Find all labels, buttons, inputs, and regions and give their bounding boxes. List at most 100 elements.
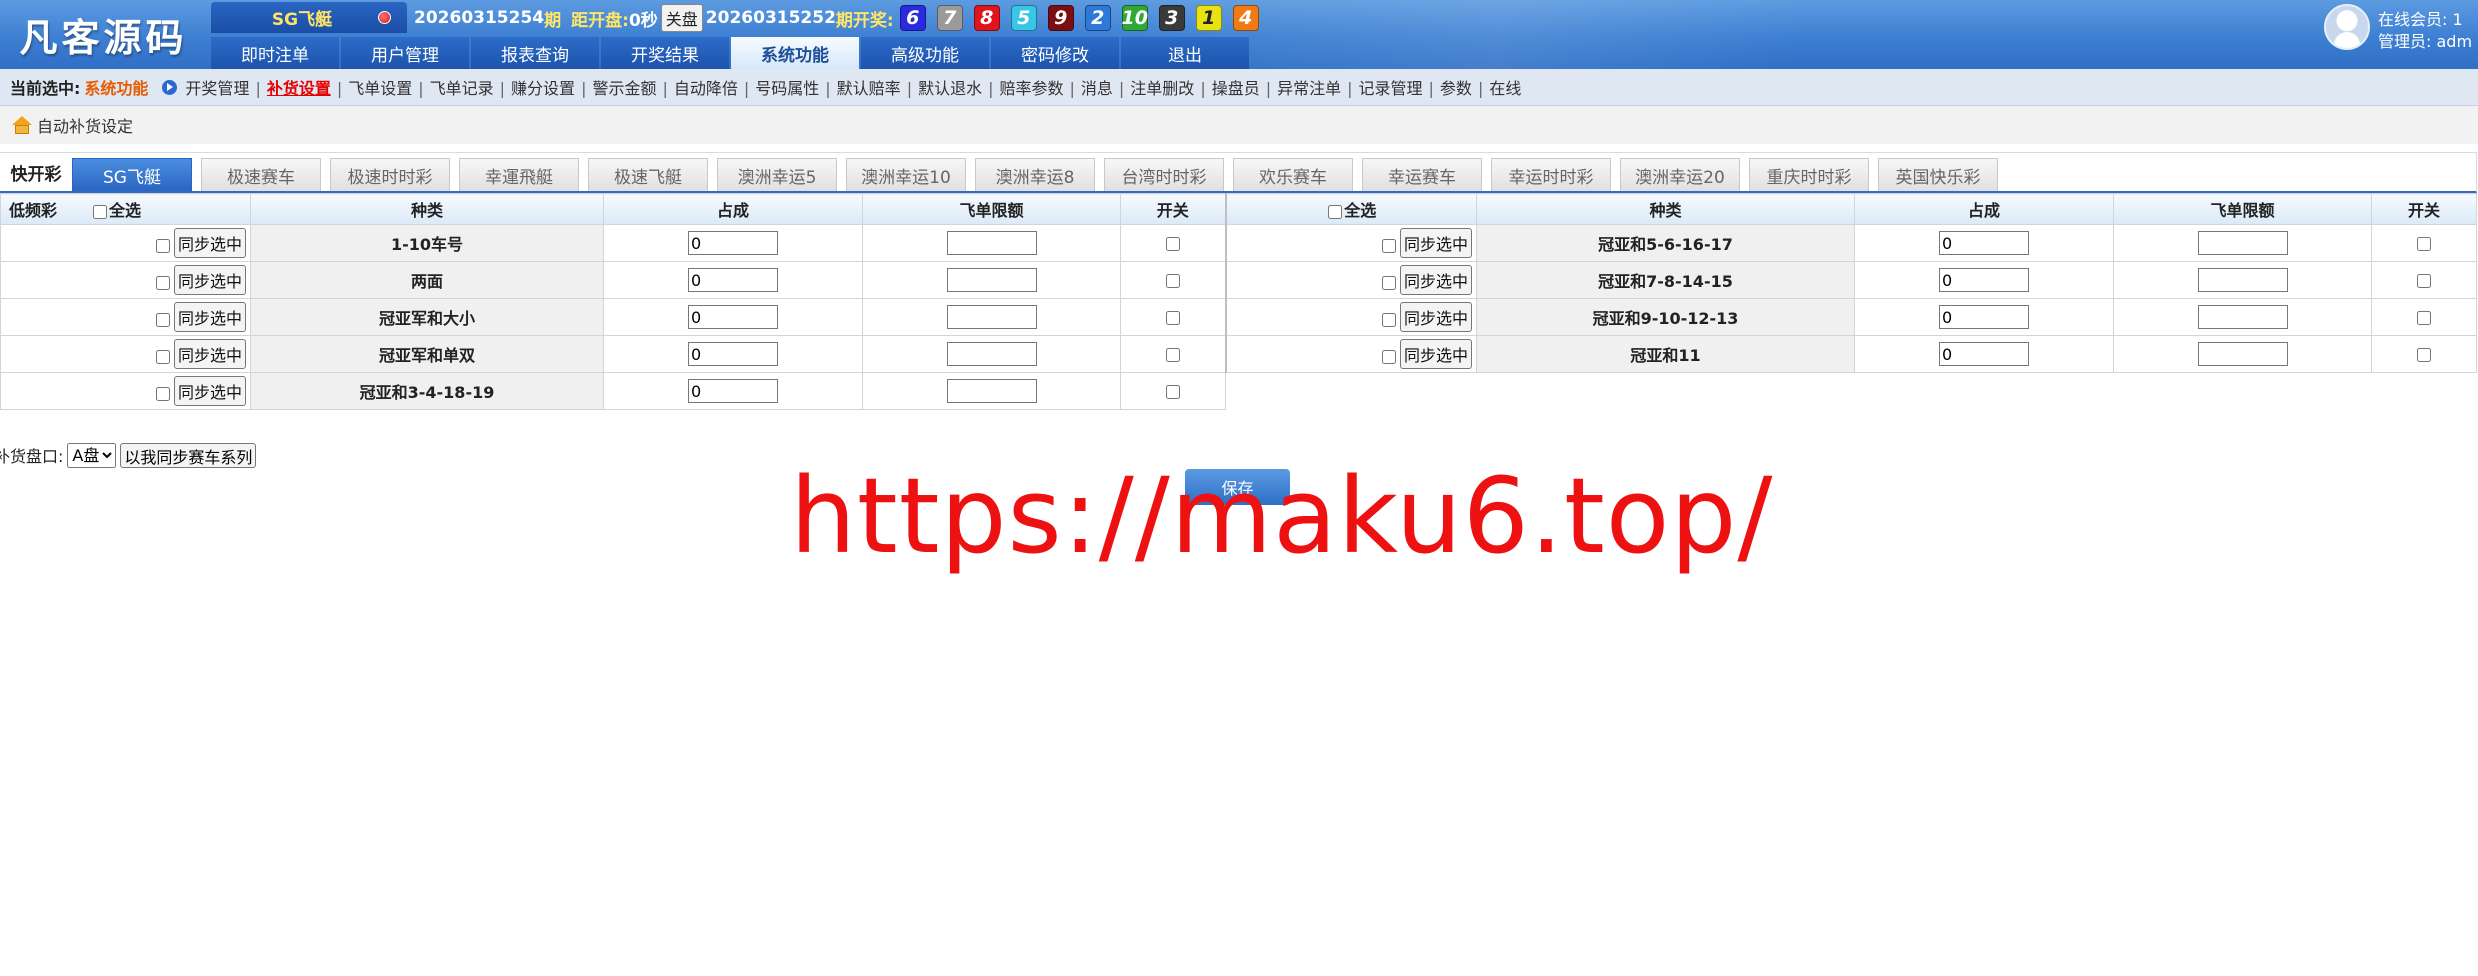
sync-selected-button[interactable]: 同步选中 bbox=[173, 376, 246, 406]
fly-limit-input[interactable] bbox=[946, 268, 1037, 292]
fly-limit-input[interactable] bbox=[946, 342, 1037, 366]
sub-menu-link[interactable]: 号码属性 bbox=[755, 79, 819, 98]
fly-limit-input[interactable] bbox=[2197, 342, 2288, 366]
lottery-tab[interactable]: 极速时时彩 bbox=[330, 158, 450, 191]
row-checkbox[interactable] bbox=[1381, 312, 1396, 327]
sync-selected-button[interactable]: 同步选中 bbox=[1399, 302, 1472, 332]
sub-menu-link[interactable]: 警示金额 bbox=[592, 79, 656, 98]
sub-menu-link[interactable]: 默认赔率 bbox=[837, 79, 901, 98]
market-select[interactable]: A盘 bbox=[67, 442, 117, 468]
lottery-tab[interactable]: 幸運飛艇 bbox=[459, 158, 579, 191]
lottery-tab[interactable]: 英国快乐彩 bbox=[1878, 158, 1998, 191]
sub-menu-link[interactable]: 在线 bbox=[1489, 79, 1521, 98]
switch-checkbox[interactable] bbox=[2417, 274, 2431, 288]
share-input[interactable] bbox=[688, 231, 778, 255]
switch-checkbox[interactable] bbox=[2417, 237, 2431, 251]
sub-menu-link[interactable]: 参数 bbox=[1440, 79, 1472, 98]
lottery-tab[interactable]: 极速赛车 bbox=[201, 158, 321, 191]
switch-checkbox[interactable] bbox=[1166, 385, 1180, 399]
current-game-selector[interactable]: SG飞艇 bbox=[211, 2, 407, 33]
lottery-tab[interactable]: 欢乐赛车 bbox=[1233, 158, 1353, 191]
switch-checkbox[interactable] bbox=[1165, 348, 1180, 362]
menu-separator: | bbox=[1477, 79, 1484, 98]
nav-item[interactable]: 报表查询 bbox=[471, 37, 599, 69]
sub-menu-link[interactable]: 消息 bbox=[1081, 79, 1113, 98]
select-all-left-checkbox[interactable] bbox=[93, 204, 108, 219]
switch-checkbox[interactable] bbox=[1165, 311, 1180, 325]
sub-menu-link[interactable]: 默认退水 bbox=[918, 79, 982, 98]
fly-limit-input[interactable] bbox=[2197, 268, 2288, 292]
share-input[interactable] bbox=[1939, 305, 2029, 329]
sub-menu-link[interactable]: 异常注单 bbox=[1277, 79, 1341, 98]
lottery-tab[interactable]: SG飞艇 bbox=[72, 158, 192, 191]
row-checkbox[interactable] bbox=[155, 386, 170, 401]
lottery-tab[interactable]: 澳洲幸运20 bbox=[1620, 158, 1740, 191]
sub-menu-link[interactable]: 补货设置 bbox=[267, 79, 331, 98]
lottery-tab[interactable]: 澳洲幸运10 bbox=[846, 158, 966, 191]
share-input[interactable] bbox=[688, 305, 778, 329]
sync-selected-button[interactable]: 同步选中 bbox=[1399, 228, 1472, 258]
sub-menu-link[interactable]: 飞单设置 bbox=[348, 79, 412, 98]
select-all-right-checkbox[interactable] bbox=[1328, 204, 1343, 219]
row-checkbox[interactable] bbox=[1381, 349, 1396, 364]
nav-item[interactable]: 开奖结果 bbox=[601, 37, 729, 69]
sub-menu-link[interactable]: 赔率参数 bbox=[999, 79, 1063, 98]
share-input[interactable] bbox=[1939, 268, 2029, 292]
switch-header-right: 开关 bbox=[2371, 193, 2477, 225]
sync-selected-button[interactable]: 同步选中 bbox=[173, 265, 246, 295]
lottery-tab[interactable]: 重庆时时彩 bbox=[1749, 158, 1869, 191]
lottery-tab[interactable]: 幸运时时彩 bbox=[1491, 158, 1611, 191]
share-input[interactable] bbox=[688, 268, 778, 292]
lottery-tab[interactable]: 幸运赛车 bbox=[1362, 158, 1482, 191]
switch-checkbox[interactable] bbox=[2417, 348, 2431, 362]
row-checkbox[interactable] bbox=[1381, 275, 1396, 290]
sync-racing-series-button[interactable]: 以我同步赛车系列 bbox=[120, 442, 257, 468]
game-status-icon bbox=[378, 11, 391, 24]
sub-menu-link[interactable]: 飞单记录 bbox=[430, 79, 494, 98]
lottery-tab[interactable]: 极速飞艇 bbox=[588, 158, 708, 191]
row-checkbox[interactable] bbox=[155, 238, 170, 253]
lottery-tab[interactable]: 澳洲幸运8 bbox=[975, 158, 1095, 191]
row-checkbox[interactable] bbox=[155, 275, 170, 290]
sync-selected-button[interactable]: 同步选中 bbox=[173, 339, 246, 369]
fly-limit-input[interactable] bbox=[946, 231, 1037, 255]
sync-selected-button[interactable]: 同步选中 bbox=[173, 302, 246, 332]
site-logo: 凡客源码 bbox=[19, 16, 188, 60]
row-checkbox[interactable] bbox=[155, 349, 170, 364]
sync-selected-button[interactable]: 同步选中 bbox=[1399, 265, 1472, 295]
row-checkbox[interactable] bbox=[155, 312, 170, 327]
share-cell bbox=[1854, 224, 2114, 262]
fly-limit-input[interactable] bbox=[2197, 231, 2288, 255]
share-input[interactable] bbox=[688, 342, 778, 366]
nav-item[interactable]: 退出 bbox=[1121, 37, 1249, 69]
nav-item[interactable]: 系统功能 bbox=[731, 37, 859, 69]
nav-item[interactable]: 高级功能 bbox=[861, 37, 989, 69]
share-input[interactable] bbox=[1939, 342, 2029, 366]
switch-cell bbox=[1120, 298, 1226, 336]
lottery-tab[interactable]: 澳洲幸运5 bbox=[717, 158, 837, 191]
nav-item[interactable]: 用户管理 bbox=[341, 37, 469, 69]
sub-menu-link[interactable]: 自动降倍 bbox=[674, 79, 738, 98]
sub-menu-link[interactable]: 开奖管理 bbox=[185, 79, 249, 98]
switch-checkbox[interactable] bbox=[1165, 237, 1180, 251]
sub-menu-link[interactable]: 赚分设置 bbox=[511, 79, 575, 98]
home-icon bbox=[12, 116, 32, 134]
close-market-button[interactable]: 关盘 bbox=[660, 4, 703, 32]
fly-limit-input[interactable] bbox=[2197, 305, 2288, 329]
nav-item[interactable]: 即时注单 bbox=[211, 37, 339, 69]
row-checkbox[interactable] bbox=[1381, 238, 1396, 253]
sync-selected-button[interactable]: 同步选中 bbox=[1399, 339, 1472, 369]
sub-menu-link[interactable]: 操盘员 bbox=[1212, 79, 1260, 98]
sync-selected-button[interactable]: 同步选中 bbox=[173, 228, 246, 258]
fly-limit-input[interactable] bbox=[946, 379, 1037, 403]
fly-limit-input[interactable] bbox=[946, 305, 1037, 329]
lottery-tab[interactable]: 台湾时时彩 bbox=[1104, 158, 1224, 191]
share-cell bbox=[603, 261, 863, 299]
share-input[interactable] bbox=[688, 379, 778, 403]
switch-checkbox[interactable] bbox=[1165, 274, 1180, 288]
sub-menu-link[interactable]: 注单删改 bbox=[1130, 79, 1194, 98]
share-input[interactable] bbox=[1939, 231, 2029, 255]
switch-checkbox[interactable] bbox=[2417, 311, 2431, 325]
nav-item[interactable]: 密码修改 bbox=[991, 37, 1119, 69]
sub-menu-link[interactable]: 记录管理 bbox=[1359, 79, 1423, 98]
